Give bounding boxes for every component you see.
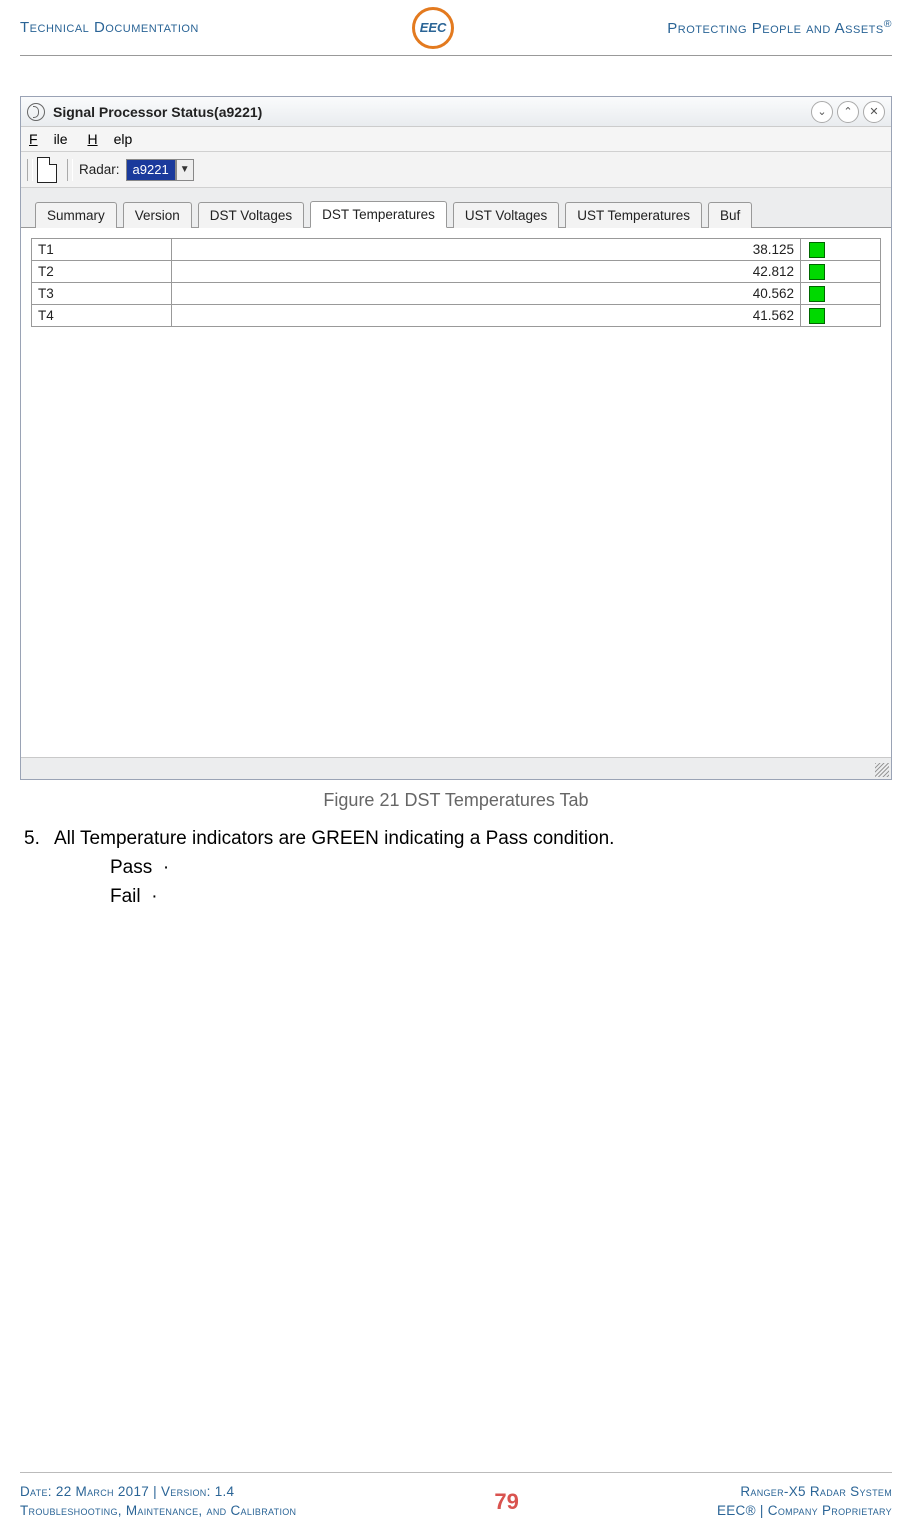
new-document-icon[interactable] — [37, 157, 57, 183]
status-indicator-icon — [809, 264, 825, 280]
footer-right: Ranger-X5 Radar System EEC® | Company Pr… — [717, 1483, 892, 1521]
tab-buf[interactable]: Buf — [708, 202, 752, 228]
page-number: 79 — [494, 1489, 518, 1515]
row-value: 40.562 — [172, 283, 801, 305]
radar-select[interactable]: a9221 — [126, 159, 176, 181]
fail-label: Fail — [110, 886, 141, 907]
radar-label: Radar: — [79, 162, 120, 177]
row-name: T4 — [32, 305, 172, 327]
toolbar: Radar: a9221 ▼ — [21, 152, 891, 188]
status-indicator-icon — [809, 308, 825, 324]
status-indicator-icon — [809, 242, 825, 258]
step-text: All Temperature indicators are GREEN ind… — [54, 828, 614, 849]
figure-caption: Figure 21 DST Temperatures Tab — [20, 790, 892, 811]
tab-dst-voltages[interactable]: DST Voltages — [198, 202, 304, 228]
close-icon[interactable]: ✕ — [863, 101, 885, 123]
table-row: T441.562 — [32, 305, 881, 327]
grip-handle-icon[interactable] — [27, 159, 33, 181]
tab-version[interactable]: Version — [123, 202, 192, 228]
row-value: 41.562 — [172, 305, 801, 327]
maximize-icon[interactable]: ⌃ — [837, 101, 859, 123]
pass-label: Pass — [110, 857, 152, 878]
row-name: T3 — [32, 283, 172, 305]
row-indicator-cell — [801, 261, 881, 283]
page-footer: Date: 22 March 2017 | Version: 1.4 Troub… — [20, 1472, 892, 1521]
row-name: T2 — [32, 261, 172, 283]
row-name: T1 — [32, 239, 172, 261]
tab-dst-temperatures[interactable]: DST Temperatures — [310, 201, 447, 228]
tab-ust-temperatures[interactable]: UST Temperatures — [565, 202, 702, 228]
minimize-icon[interactable]: ⌄ — [811, 101, 833, 123]
resize-grip-icon[interactable] — [875, 763, 889, 777]
table-row: T340.562 — [32, 283, 881, 305]
tabstrip: SummaryVersionDST VoltagesDST Temperatur… — [21, 188, 891, 228]
step-number: 5. — [24, 825, 40, 853]
table-row: T242.812 — [32, 261, 881, 283]
tab-ust-voltages[interactable]: UST Voltages — [453, 202, 559, 228]
row-indicator-cell — [801, 305, 881, 327]
row-value: 38.125 — [172, 239, 801, 261]
window-titlebar[interactable]: Signal Processor Status(a9221) ⌄ ⌃ ✕ — [21, 97, 891, 127]
table-container: T138.125T242.812T340.562T441.562 — [21, 228, 891, 757]
row-indicator-cell — [801, 239, 881, 261]
chevron-down-icon[interactable]: ▼ — [176, 159, 194, 181]
eec-logo: EEC — [412, 7, 454, 49]
temperature-table: T138.125T242.812T340.562T441.562 — [31, 238, 881, 327]
table-row: T138.125 — [32, 239, 881, 261]
table-empty-area — [31, 327, 881, 747]
header-right-text: Protecting People and Assets® — [667, 18, 892, 37]
row-indicator-cell — [801, 283, 881, 305]
grip-handle-icon[interactable] — [67, 159, 73, 181]
menu-help[interactable]: Help — [87, 131, 132, 147]
app-window: Signal Processor Status(a9221) ⌄ ⌃ ✕ Fil… — [20, 96, 892, 780]
footer-left: Date: 22 March 2017 | Version: 1.4 Troub… — [20, 1483, 296, 1521]
statusbar — [21, 757, 891, 779]
header-left-text: Technical Documentation — [20, 19, 199, 36]
window-title: Signal Processor Status(a9221) — [53, 104, 807, 120]
step-block: 5. All Temperature indicators are GREEN … — [20, 825, 892, 911]
app-icon — [27, 103, 45, 121]
page-header: Technical Documentation EEC Protecting P… — [20, 0, 892, 56]
row-value: 42.812 — [172, 261, 801, 283]
screenshot-wrapper: Signal Processor Status(a9221) ⌄ ⌃ ✕ Fil… — [20, 96, 892, 911]
menu-file[interactable]: File — [29, 131, 68, 147]
menubar: File Help — [21, 127, 891, 152]
status-indicator-icon — [809, 286, 825, 302]
tab-summary[interactable]: Summary — [35, 202, 117, 228]
